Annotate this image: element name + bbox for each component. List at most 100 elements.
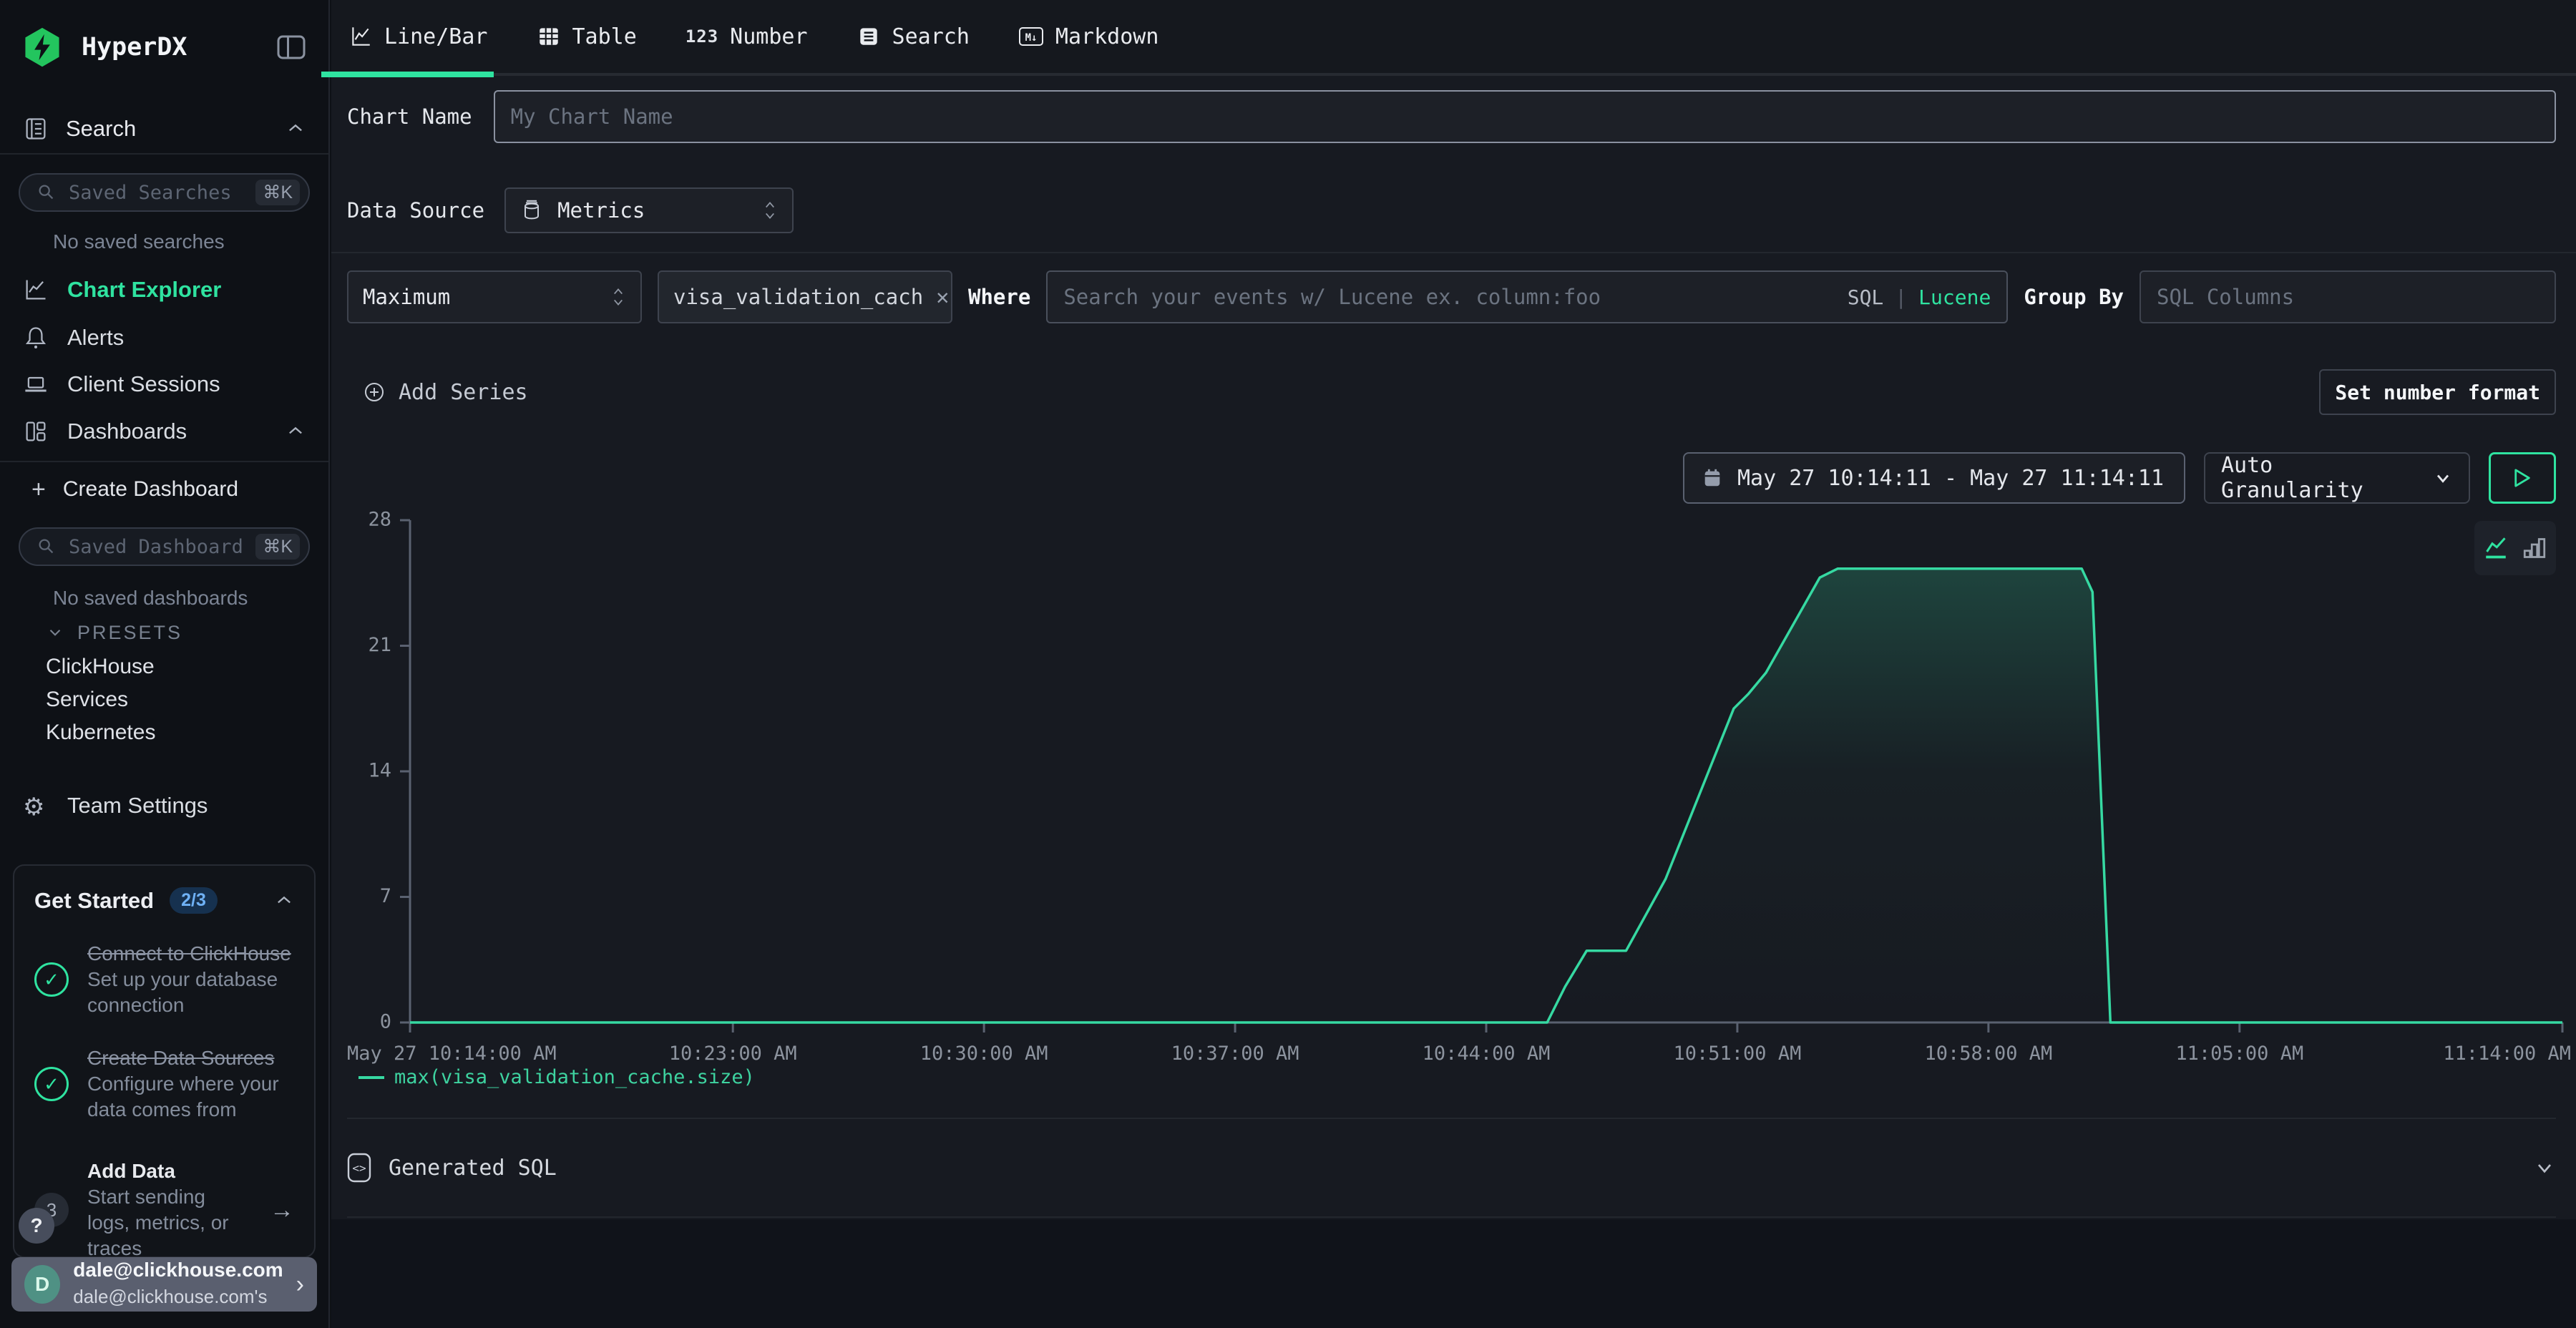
svg-text:10:58:00 AM: 10:58:00 AM <box>1924 1043 2052 1064</box>
no-saved-dashboards-text: No saved dashboards <box>53 587 248 610</box>
checklist-item-add-data[interactable]: 3 Add Data Start sending logs, metrics, … <box>34 1158 294 1261</box>
checklist-item-subtitle: Set up your database connection <box>87 968 278 1016</box>
collapse-sidebar-icon[interactable] <box>273 30 310 64</box>
hyperdx-logo-icon <box>21 26 63 68</box>
close-icon[interactable]: ✕ <box>936 285 949 310</box>
data-source-value: Metrics <box>557 198 645 223</box>
sidebar: HyperDX Search ⌘K No saved searches <box>0 0 330 1328</box>
preset-services[interactable]: Services <box>46 684 128 716</box>
preset-kubernetes[interactable]: Kubernetes <box>46 717 155 748</box>
tab-label: Number <box>730 24 807 49</box>
chart-name-input[interactable] <box>511 104 2539 129</box>
tab-number[interactable]: 123 Number <box>686 0 808 74</box>
number-123-icon: 123 <box>686 26 718 47</box>
aggregation-select[interactable]: Maximum <box>347 270 642 323</box>
shortcut-badge: ⌘K <box>255 180 300 205</box>
chevron-down-icon <box>2433 468 2453 488</box>
legend-line-swatch <box>358 1076 384 1079</box>
svg-text:10:51:00 AM: 10:51:00 AM <box>1674 1043 1802 1064</box>
calendar-icon <box>1702 467 1723 489</box>
svg-text:May 27 10:14:00 AM: May 27 10:14:00 AM <box>347 1043 557 1064</box>
no-saved-searches-text: No saved searches <box>53 230 225 253</box>
create-dashboard-label: Create Dashboard <box>63 477 238 502</box>
checklist-item-connect[interactable]: ✓ Connect to ClickHouse Set up your data… <box>34 941 294 1018</box>
database-icon <box>520 199 543 222</box>
tab-table[interactable]: Table <box>537 0 637 74</box>
toggle-separator: | <box>1895 285 1907 309</box>
query-language-toggle[interactable]: SQL | Lucene <box>1848 285 1991 309</box>
group-by-label: Group By <box>2024 285 2124 309</box>
bell-icon <box>23 325 49 351</box>
svg-text:10:37:00 AM: 10:37:00 AM <box>1171 1043 1299 1064</box>
group-by-input-box <box>2140 270 2556 323</box>
laptop-icon <box>23 371 49 397</box>
sidebar-item-label: Dashboards <box>67 419 187 444</box>
checklist-item-subtitle: Start sending logs, metrics, or traces <box>87 1186 229 1259</box>
sidebar-item-team-settings[interactable]: ⚙ Team Settings <box>0 783 328 828</box>
table-icon <box>537 24 561 49</box>
magnifier-icon <box>36 182 57 203</box>
saved-dashboards-field[interactable] <box>69 536 244 558</box>
checklist-item-datasources[interactable]: ✓ Create Data Sources Configure where yo… <box>34 1045 294 1123</box>
saved-searches-field[interactable] <box>69 182 244 204</box>
sidebar-item-dashboards[interactable]: Dashboards <box>0 409 328 454</box>
chevron-down-icon[interactable] <box>2533 1156 2556 1179</box>
svg-text:7: 7 <box>380 885 391 907</box>
create-dashboard-button[interactable]: + Create Dashboard <box>0 469 328 509</box>
checklist-item-subtitle: Configure where your data comes from <box>87 1073 279 1120</box>
tab-line-bar[interactable]: Line/Bar <box>348 0 488 74</box>
dashboards-icon <box>23 419 49 444</box>
sidebar-item-alerts[interactable]: Alerts <box>0 316 328 360</box>
where-search-input[interactable] <box>1063 285 1847 309</box>
brand-title: HyperDX <box>82 33 273 62</box>
presets-toggle[interactable]: PRESETS <box>46 617 182 648</box>
get-started-card: Get Started 2/3 ✓ Connect to ClickHouse … <box>13 864 316 1258</box>
metric-tag[interactable]: visa_validation_cach ✕ <box>658 270 952 323</box>
group-by-input[interactable] <box>2157 285 2539 309</box>
checklist-item-title: Connect to ClickHouse <box>87 942 291 965</box>
presets-label: PRESETS <box>77 622 182 644</box>
tab-label: Search <box>892 24 970 49</box>
sidebar-item-chart-explorer[interactable]: Chart Explorer <box>0 268 328 312</box>
tab-markdown[interactable]: M↓ Markdown <box>1018 0 1159 74</box>
code-icon: <> <box>347 1153 371 1183</box>
sidebar-item-client-sessions[interactable]: Client Sessions <box>0 362 328 406</box>
tab-search[interactable]: Search <box>857 0 970 74</box>
saved-dashboards-input[interactable]: ⌘K <box>19 527 310 566</box>
generated-sql-row[interactable]: <> Generated SQL <box>347 1118 2556 1218</box>
chevron-up-down-icon <box>610 286 626 308</box>
chart-type-tabbar: Line/Bar Table 123 Number S <box>331 0 2576 76</box>
data-source-select[interactable]: Metrics <box>504 187 794 233</box>
lucene-toggle[interactable]: Lucene <box>1918 285 1991 309</box>
user-menu[interactable]: D dale@clickhouse.com dale@clickhouse.co… <box>11 1257 317 1312</box>
preset-clickhouse[interactable]: ClickHouse <box>46 651 155 683</box>
search-section-header[interactable]: Search <box>0 104 328 155</box>
magnifier-icon <box>36 536 57 557</box>
chart-explorer-icon <box>23 277 49 303</box>
saved-searches-input[interactable]: ⌘K <box>19 173 310 212</box>
help-button[interactable]: ? <box>19 1208 54 1244</box>
circle-plus-icon <box>363 381 386 404</box>
sql-toggle[interactable]: SQL <box>1848 285 1884 309</box>
svg-text:M↓: M↓ <box>1025 32 1037 44</box>
tab-label: Markdown <box>1055 24 1159 49</box>
sidebar-item-label: Chart Explorer <box>67 277 221 303</box>
metric-line-chart[interactable]: 07142128May 27 10:14:00 AM10:23:00 AM10:… <box>330 492 2576 1064</box>
chevron-up-icon[interactable] <box>274 891 294 911</box>
search-journal-icon <box>23 116 49 142</box>
arrow-right-icon: → <box>270 1196 294 1224</box>
bottom-strip <box>331 1219 2576 1328</box>
tab-label: Line/Bar <box>384 24 488 49</box>
where-input-box: SQL | Lucene <box>1046 270 2008 323</box>
svg-text:10:23:00 AM: 10:23:00 AM <box>669 1043 797 1064</box>
add-series-label: Add Series <box>399 380 528 405</box>
chart-legend[interactable]: max(visa_validation_cache.size) <box>358 1066 755 1088</box>
checklist-item-title: Create Data Sources <box>87 1047 274 1069</box>
add-series-button[interactable]: Add Series <box>363 380 528 405</box>
sidebar-item-label: Alerts <box>67 325 124 351</box>
set-number-format-button[interactable]: Set number format <box>2319 369 2556 415</box>
sidebar-item-label: Client Sessions <box>67 371 220 397</box>
divider <box>331 252 2576 253</box>
date-range-value: May 27 10:14:11 - May 27 11:14:11 <box>1737 466 2164 491</box>
svg-text:<>: <> <box>352 1161 366 1175</box>
